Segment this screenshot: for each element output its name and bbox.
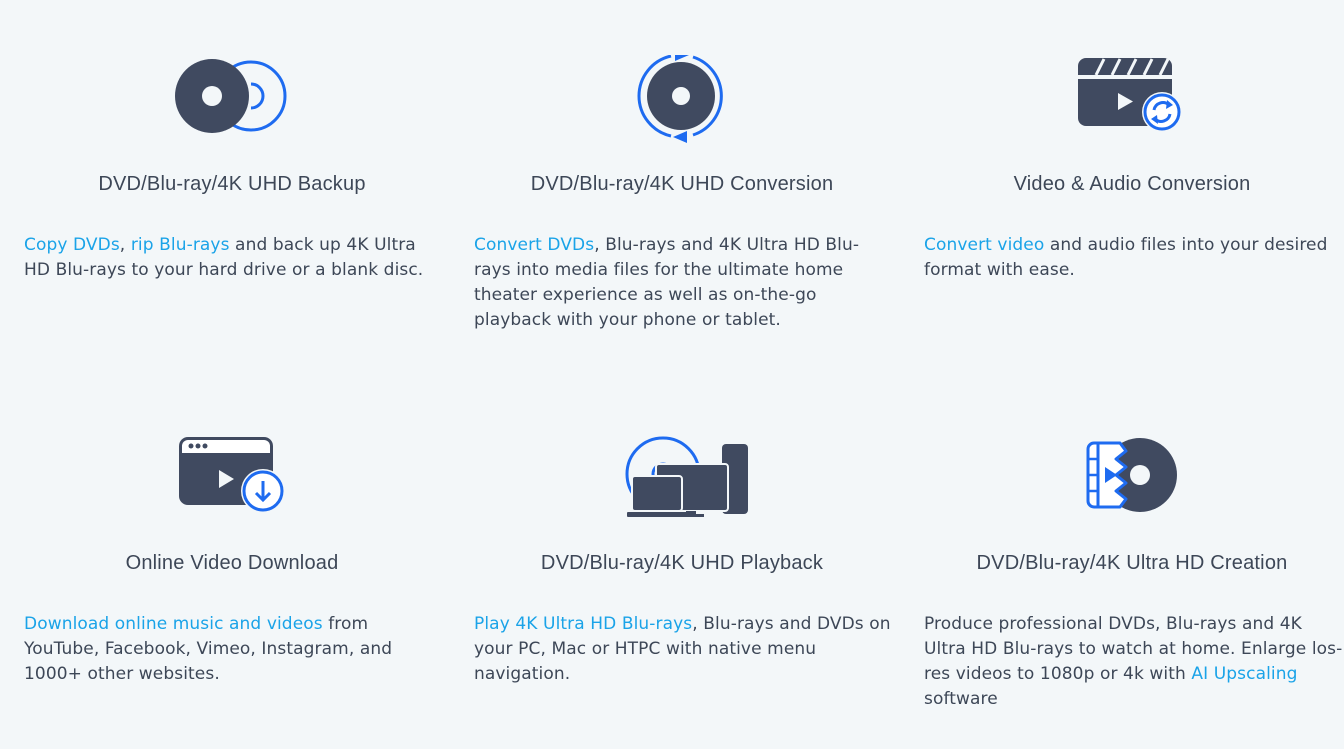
feature-link[interactable]: Play 4K Ultra HD Blu-rays: [474, 614, 692, 634]
disc-creation-icon: [924, 434, 1344, 534]
feature-link[interactable]: rip Blu-rays: [131, 235, 230, 255]
features-grid: DVD/Blu-ray/4K UHD Backup Copy DVDs, rip…: [0, 0, 1344, 749]
feature-title: DVD/Blu-ray/4K UHD Playback: [540, 552, 824, 574]
feature-title: Video & Audio Conversion: [1013, 173, 1251, 195]
feature-text: ,: [119, 235, 131, 255]
feature-text: software: [924, 689, 998, 709]
feature-description: Produce professional DVDs, Blu-rays and …: [924, 612, 1344, 712]
feature-description: Convert video and audio files into your …: [924, 233, 1344, 283]
disc-playback-icon: [474, 434, 894, 534]
feature-title: DVD/Blu-ray/4K Ultra HD Creation: [976, 552, 1288, 574]
feature-link[interactable]: Convert DVDs: [474, 235, 594, 255]
feature-title: Online Video Download: [125, 552, 339, 574]
feature-link[interactable]: Convert video: [924, 235, 1044, 255]
video-conversion-icon: [924, 55, 1344, 155]
disc-backup-icon: [24, 55, 444, 155]
feature-description: Download online music and videos from Yo…: [24, 612, 444, 687]
feature-description: Copy DVDs, rip Blu-rays and back up 4K U…: [24, 233, 444, 283]
feature-title: DVD/Blu-ray/4K UHD Backup: [98, 173, 366, 195]
feature-link[interactable]: Copy DVDs: [24, 235, 120, 255]
video-download-icon: [24, 434, 444, 534]
feature-title: DVD/Blu-ray/4K UHD Conversion: [530, 173, 834, 195]
feature-description: Convert DVDs, Blu-rays and 4K Ultra HD B…: [474, 233, 894, 333]
feature-description: Play 4K Ultra HD Blu-rays, Blu-rays and …: [474, 612, 894, 687]
disc-conversion-icon: [474, 55, 894, 155]
feature-link[interactable]: AI Upscaling: [1191, 664, 1297, 684]
feature-link[interactable]: Download online music and videos: [24, 614, 323, 634]
